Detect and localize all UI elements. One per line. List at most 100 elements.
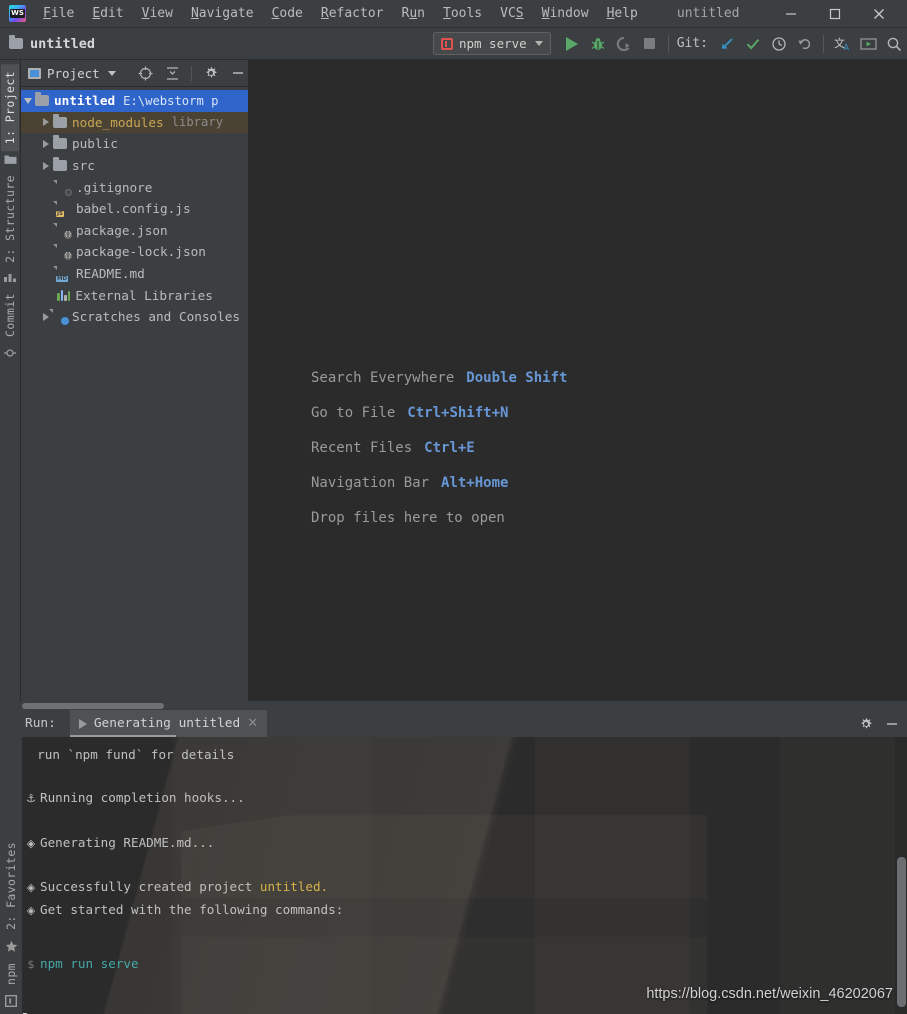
tree-node-label: README.md: [76, 266, 145, 282]
menu-tools[interactable]: Tools: [434, 3, 491, 24]
open-in-browser-icon: [859, 37, 877, 50]
run-tab-generating-untitled[interactable]: Generating untitled ✕: [69, 710, 268, 737]
chevron-right-icon[interactable]: [39, 139, 53, 148]
window-title: untitled: [676, 6, 740, 21]
search-button[interactable]: [881, 31, 907, 57]
star-icon: [5, 940, 18, 953]
editor-empty-area[interactable]: Search Everywhere Double Shift Go to Fil…: [248, 60, 907, 701]
minimize-icon: [232, 72, 243, 74]
sidebar-item-npm[interactable]: npm: [2, 956, 20, 992]
console-vertical-scrollbar[interactable]: [895, 737, 907, 1014]
update-project-button[interactable]: [714, 31, 740, 57]
project-horizontal-scrollbar[interactable]: [22, 702, 248, 709]
tip-shortcut: Ctrl+Shift+N: [407, 405, 509, 421]
prompt-icon: $: [27, 958, 35, 972]
menu-run[interactable]: Run: [393, 3, 434, 24]
console-line: Done: [0, 1007, 907, 1014]
tree-node-label: package-lock.json: [76, 244, 206, 260]
panel-splitter[interactable]: [0, 701, 907, 710]
gitignore-file-icon: [57, 180, 72, 196]
tree-node-src[interactable]: src: [21, 155, 248, 177]
chevron-right-icon[interactable]: [39, 118, 53, 127]
menu-view[interactable]: View: [133, 3, 182, 24]
tree-node-gitignore[interactable]: .gitignore: [21, 176, 248, 198]
console-text: Get started with the following commands:: [40, 901, 344, 917]
window-maximize-button[interactable]: [813, 0, 857, 27]
chevron-down-icon[interactable]: [107, 70, 116, 76]
menu-vcs[interactable]: VCS: [491, 3, 532, 24]
scratches-icon: [53, 309, 69, 326]
history-button[interactable]: [766, 31, 792, 57]
sidebar-item-project[interactable]: 1: Project: [1, 64, 19, 152]
main-area: 1: Project 2: Structure Commit Project u…: [0, 60, 907, 701]
menu-window[interactable]: Window: [533, 3, 598, 24]
run-panel-label: Run:: [25, 716, 56, 731]
run-hide-button[interactable]: [881, 713, 903, 735]
project-tool-window: Project untitled E:\webstorm p node_modu…: [21, 60, 248, 701]
tree-node-public[interactable]: public: [21, 133, 248, 155]
toolbar-project-name: untitled: [30, 35, 96, 52]
folder-icon: [53, 157, 67, 172]
menu-edit[interactable]: Edit: [83, 3, 132, 24]
collapse-all-button[interactable]: [162, 63, 183, 84]
stop-button[interactable]: [637, 31, 663, 57]
console-text: Successfully created project: [40, 879, 260, 895]
tree-node-node-modules[interactable]: node_modules library: [21, 111, 248, 134]
bug-icon: [591, 37, 605, 50]
coverage-button[interactable]: [611, 31, 637, 57]
scrollbar-thumb[interactable]: [22, 703, 164, 709]
tree-node-readme[interactable]: MD README.md: [21, 263, 248, 285]
arrow-down-left-icon: [722, 37, 733, 49]
tree-node-babel-config[interactable]: JS babel.config.js: [21, 198, 248, 220]
commit-button[interactable]: [740, 31, 766, 57]
run-button[interactable]: [559, 31, 585, 57]
scroll-from-source-button[interactable]: [135, 63, 156, 84]
console-output[interactable]: run `npm fund` for details ⚓ Running com…: [0, 737, 907, 1014]
project-tree: untitled E:\webstorm p node_modules libr…: [21, 87, 248, 328]
folder-icon: [35, 92, 49, 107]
sidebar-item-favorites[interactable]: 2: Favorites: [2, 835, 20, 937]
tree-node-untitled[interactable]: untitled E:\webstorm p: [21, 90, 248, 112]
tree-node-package-json[interactable]: {} package.json: [21, 220, 248, 242]
chevron-right-icon[interactable]: [39, 312, 53, 321]
console-line: ⚓ Running completion hooks...: [0, 787, 907, 810]
search-icon: [887, 37, 902, 51]
sidebar-item-structure[interactable]: 2: Structure: [1, 168, 19, 270]
console-text: Running completion hooks...: [40, 790, 245, 806]
console-line: run `npm fund` for details: [0, 744, 907, 766]
translate-button[interactable]: 文 A: [829, 31, 855, 57]
console-line: $ npm run serve: [0, 953, 907, 976]
tree-node-scratches[interactable]: Scratches and Consoles: [21, 306, 248, 328]
menu-navigate[interactable]: Navigate: [182, 3, 263, 24]
npm-icon: [5, 995, 17, 1007]
open-in-browser-button[interactable]: [855, 31, 881, 57]
project-settings-button[interactable]: [200, 63, 221, 84]
window-close-button[interactable]: [857, 0, 901, 27]
close-icon[interactable]: ✕: [247, 716, 258, 731]
chevron-right-icon[interactable]: [39, 161, 53, 170]
run-configuration-selector[interactable]: npm serve: [432, 32, 551, 55]
menu-refactor[interactable]: Refactor: [312, 3, 393, 24]
hide-panel-button[interactable]: [227, 63, 248, 84]
debug-button[interactable]: [585, 31, 611, 57]
project-panel-title: Project: [47, 65, 100, 81]
chevron-down-icon: [534, 41, 543, 46]
run-settings-button[interactable]: [855, 713, 877, 735]
project-panel-header: Project: [21, 60, 248, 87]
tree-node-path: E:\webstorm p: [123, 93, 219, 108]
menu-file[interactable]: File: [34, 3, 83, 24]
run-console[interactable]: 2: Favorites npm run `npm fund` for deta…: [0, 737, 907, 1014]
menu-code[interactable]: Code: [263, 3, 312, 24]
chevron-down-icon[interactable]: [21, 97, 35, 104]
rollback-button[interactable]: [792, 31, 818, 57]
menu-help[interactable]: Help: [598, 3, 647, 24]
tree-node-external-libraries[interactable]: External Libraries: [21, 284, 248, 306]
tree-node-package-lock-json[interactable]: {} package-lock.json: [21, 241, 248, 263]
sidebar-item-commit[interactable]: Commit: [1, 286, 19, 344]
window-minimize-button[interactable]: [769, 0, 813, 27]
scrollbar-thumb[interactable]: [897, 857, 906, 1007]
menu-bar: WS File Edit View Navigate Code Refactor…: [0, 0, 907, 28]
toolbar-separator: [667, 34, 669, 53]
toolbar-project[interactable]: untitled: [0, 35, 96, 52]
stop-icon: [644, 38, 656, 49]
